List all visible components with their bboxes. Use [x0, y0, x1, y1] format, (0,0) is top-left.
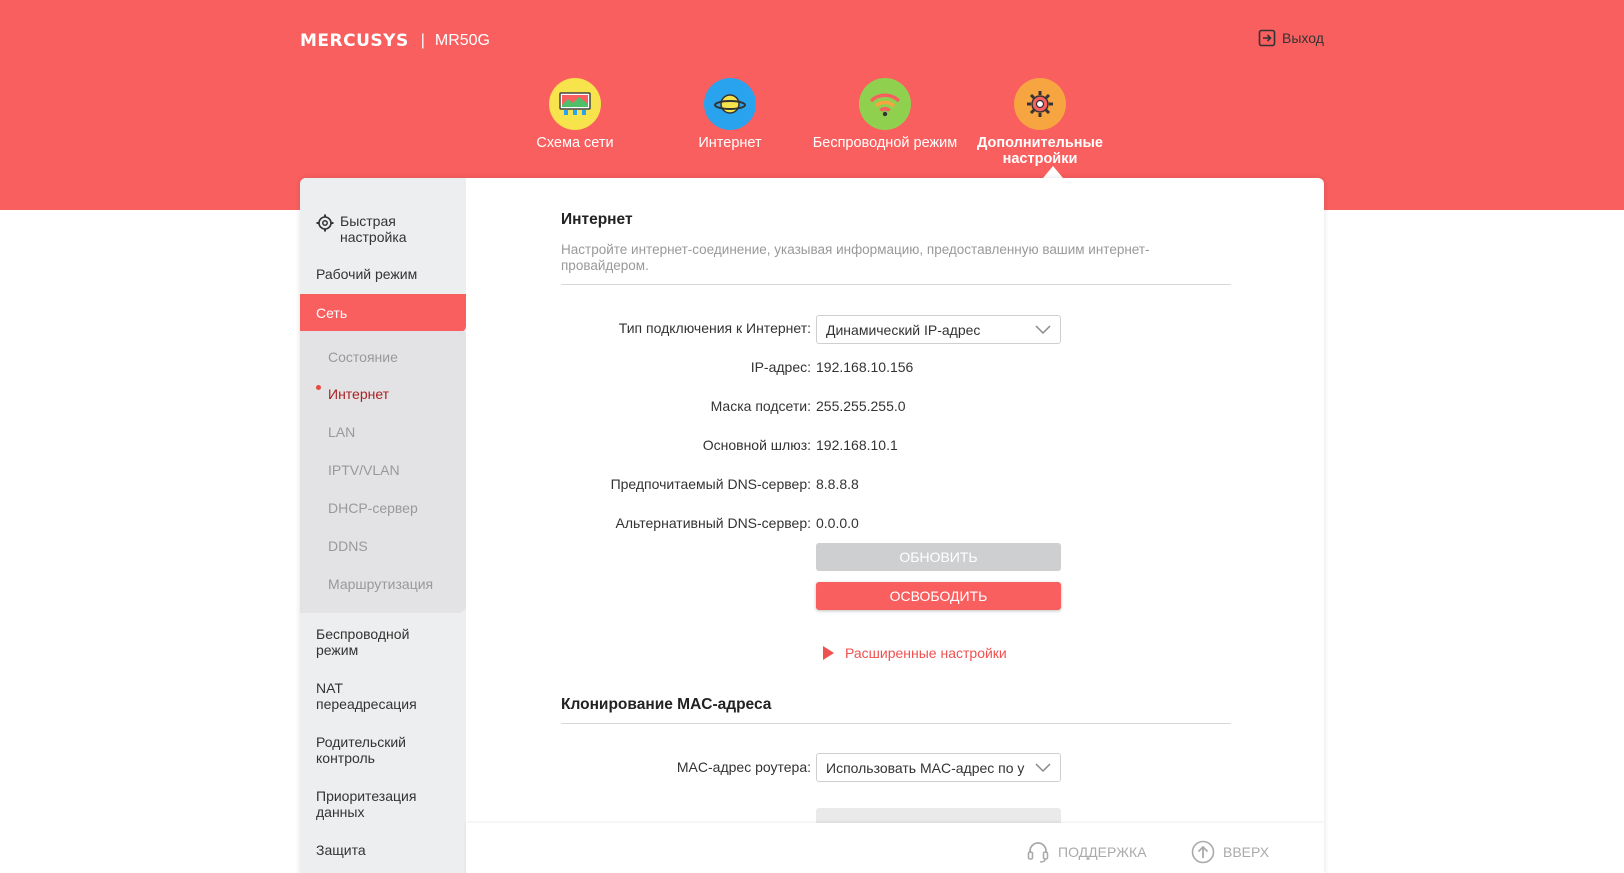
- main-panel: Быстрая настройка Рабочий режим Сеть Сос…: [300, 178, 1324, 873]
- conn-type-label: Тип подключения к Интернет:: [618, 320, 811, 336]
- expand-triangle-icon: [823, 646, 834, 660]
- planet-icon: [704, 78, 756, 130]
- submenu-item-routing[interactable]: Маршрутизация: [328, 576, 433, 592]
- conn-type-select[interactable]: Динамический IP-адрес: [816, 315, 1061, 344]
- sidebar: Быстрая настройка Рабочий режим Сеть Сос…: [300, 178, 466, 873]
- sidebar-item-network[interactable]: Сеть: [300, 294, 466, 332]
- mac-clone-section-title: Клонирование MAC-адреса: [561, 696, 772, 713]
- renew-button[interactable]: ОБНОВИТЬ: [816, 543, 1061, 571]
- nav-internet[interactable]: Интернет: [650, 78, 810, 151]
- dns1-row: Предпочитаемый DNS-сервер: 8.8.8.8: [561, 476, 1231, 496]
- quick-setup-gear-icon: [316, 214, 334, 232]
- router-mac-select[interactable]: Использовать MAC-адрес по у: [816, 753, 1061, 782]
- back-to-top-button[interactable]: ВВЕРХ: [1191, 840, 1269, 864]
- gateway-row: Основной шлюз: 192.168.10.1: [561, 437, 1231, 457]
- logout-icon: [1258, 29, 1276, 47]
- advanced-settings-label: Расширенные настройки: [845, 645, 1007, 661]
- submenu-item-iptv-vlan[interactable]: IPTV/VLAN: [328, 462, 400, 478]
- submenu-item-status[interactable]: Состояние: [328, 349, 398, 365]
- router-mac-value: Использовать MAC-адрес по у: [826, 760, 1025, 776]
- brand: MERCUSYS | MR50G: [300, 31, 490, 51]
- dns2-label: Альтернативный DNS-сервер:: [615, 515, 811, 531]
- sidebar-submenu: Состояние Интернет LAN IPTV/VLAN DHCP-се…: [300, 331, 466, 613]
- sidebar-item-work-mode[interactable]: Рабочий режим: [300, 266, 466, 282]
- nav-network-map-label: Схема сети: [536, 135, 614, 151]
- router-mac-label: MAC-адрес роутера:: [676, 759, 811, 775]
- network-map-icon: [549, 78, 601, 130]
- sidebar-item-qos[interactable]: Приоритезация данных: [300, 788, 430, 820]
- active-submenu-dot: [316, 385, 321, 390]
- ip-label: IP-адрес:: [750, 359, 811, 375]
- dns1-value: 8.8.8.8: [816, 476, 859, 492]
- mask-row: Маска подсети: 255.255.255.0: [561, 398, 1231, 418]
- gear-icon: [1014, 78, 1066, 130]
- ip-value: 192.168.10.156: [816, 359, 914, 375]
- chevron-down-icon: [1035, 325, 1051, 335]
- back-to-top-label: ВВЕРХ: [1223, 844, 1270, 860]
- chevron-down-icon: [1035, 763, 1051, 773]
- conn-type-value: Динамический IP-адрес: [826, 322, 981, 338]
- mask-label: Маска подсети:: [710, 398, 811, 414]
- gateway-value: 192.168.10.1: [816, 437, 898, 453]
- nav-advanced[interactable]: Дополнительные настройки: [960, 78, 1120, 167]
- dns2-value: 0.0.0.0: [816, 515, 859, 531]
- section-divider: [561, 284, 1231, 285]
- submenu-item-internet[interactable]: Интернет: [328, 386, 389, 402]
- support-button[interactable]: ПОДДЕРЖКА: [1026, 840, 1147, 864]
- internet-description: Настройте интернет-соединение, указывая …: [561, 242, 1150, 273]
- submenu-item-dhcp-server[interactable]: DHCP-сервер: [328, 500, 418, 516]
- footer-bar: ПОДДЕРЖКА ВВЕРХ: [466, 823, 1324, 873]
- support-label: ПОДДЕРЖКА: [1058, 844, 1147, 860]
- headset-icon: [1027, 842, 1049, 863]
- brand-separator: |: [420, 32, 425, 49]
- nav-advanced-label: Дополнительные настройки: [977, 135, 1103, 167]
- logout-label: Выход: [1282, 30, 1324, 46]
- model-name: MR50G: [434, 32, 490, 49]
- gateway-label: Основной шлюз:: [702, 437, 811, 453]
- nav-internet-label: Интернет: [698, 135, 762, 151]
- top-navigation: Схема сети Интернет Беспроводной режим Д…: [0, 78, 1624, 188]
- submenu-item-ddns[interactable]: DDNS: [328, 538, 368, 554]
- active-nav-pointer: [1043, 166, 1063, 178]
- dns1-label: Предпочитаемый DNS-сервер:: [610, 476, 811, 492]
- mask-value: 255.255.255.0: [816, 398, 906, 414]
- sidebar-item-nat[interactable]: NAT переадресация: [300, 680, 430, 712]
- internet-section-title: Интернет: [561, 211, 633, 228]
- submenu-item-lan[interactable]: LAN: [328, 424, 355, 440]
- nav-network-map[interactable]: Схема сети: [495, 78, 655, 151]
- sidebar-item-security[interactable]: Защита: [300, 842, 466, 858]
- brand-logo: MERCUSYS: [300, 31, 409, 51]
- sidebar-item-parental-control[interactable]: Родительский контроль: [300, 734, 430, 766]
- sidebar-item-wireless[interactable]: Беспроводной режим: [300, 626, 430, 658]
- sidebar-item-quick-setup[interactable]: Быстрая настройка: [300, 213, 466, 245]
- advanced-settings-link[interactable]: Расширенные настройки: [823, 645, 1007, 661]
- arrow-up-circle-icon: [1191, 840, 1215, 864]
- sidebar-item-quick-setup-label: Быстрая настройка: [340, 213, 407, 245]
- release-button[interactable]: ОСВОБОДИТЬ: [816, 582, 1061, 610]
- wifi-icon: [859, 78, 911, 130]
- nav-wireless[interactable]: Беспроводной режим: [805, 78, 965, 151]
- nav-wireless-label: Беспроводной режим: [812, 135, 958, 151]
- ip-row: IP-адрес: 192.168.10.156: [561, 359, 1231, 379]
- logout-button[interactable]: Выход: [1258, 29, 1324, 47]
- section-divider: [561, 723, 1231, 724]
- dns2-row: Альтернативный DNS-сервер: 0.0.0.0: [561, 515, 1231, 535]
